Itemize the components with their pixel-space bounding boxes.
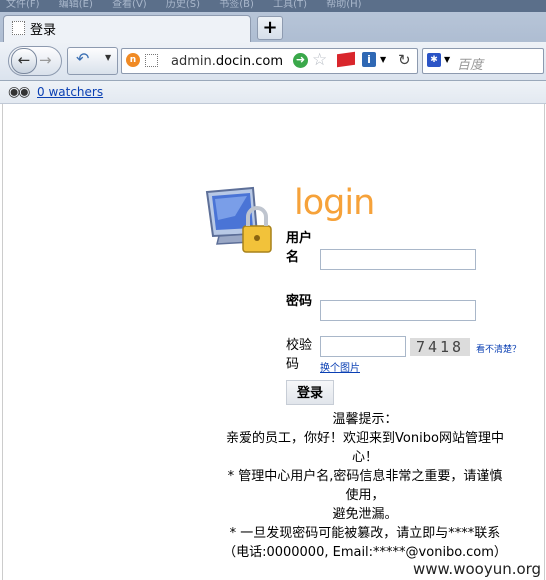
tab-title[interactable]: 登录 [30, 19, 56, 38]
monitor-lock-icon [205, 186, 272, 253]
menu-item[interactable]: 工具(T) [273, 0, 307, 10]
notice-line: 心！ [351, 450, 378, 465]
captcha-refresh-link[interactable]: 看不清楚？ [476, 342, 521, 355]
bookmark-star-icon[interactable]: ☆ [312, 50, 327, 70]
eyes-icon: ◉◉ [8, 84, 30, 100]
captcha-field[interactable] [320, 336, 406, 357]
menu-item[interactable]: 文件(F) [6, 0, 40, 10]
go-arrow-icon[interactable]: ➜ [293, 53, 308, 68]
site-favicon-icon: n [126, 53, 140, 67]
watermark: www.wooyun.org [413, 560, 542, 578]
forward-arrow-icon[interactable]: → [39, 51, 52, 69]
undo-arrow-icon[interactable]: ↶ [76, 49, 89, 68]
notice-line: 使用， [345, 488, 385, 503]
menu-item[interactable]: 历史(S) [166, 0, 200, 10]
notice-line: 亲爱的员工，你好！欢迎来到Vonibo网站管理中 [226, 431, 504, 446]
menu-item[interactable]: 书签(B) [219, 0, 254, 10]
username-field[interactable] [320, 249, 476, 270]
search-engine-icon[interactable]: ✱ [427, 53, 441, 67]
username-label: 用户名 [286, 231, 313, 265]
dropdown-icon[interactable]: ▼ [380, 55, 386, 64]
url-prefix: admin. [171, 54, 216, 69]
menu-item[interactable]: 编辑(E) [59, 0, 93, 10]
password-field[interactable] [320, 300, 476, 321]
login-logo: login [294, 183, 375, 223]
page-icon [12, 21, 25, 35]
captcha-label: 校验码 [286, 338, 313, 372]
menu-bar[interactable]: 文件(F) 编辑(E) 查看(V) 历史(S) 书签(B) 工具(T) 帮助(H… [0, 0, 546, 12]
back-arrow-icon[interactable]: ← [11, 48, 37, 74]
dropdown-icon[interactable]: ▼ [444, 55, 450, 64]
login-button[interactable]: 登录 [286, 380, 334, 405]
notice-text: 温馨提示： 亲爱的员工，你好！欢迎来到Vonibo网站管理中 心！ * 管理中心… [215, 410, 515, 562]
watchers-link[interactable]: 0 watchers [37, 85, 103, 99]
reload-icon[interactable]: ↻ [398, 51, 411, 69]
search-input[interactable]: 百度 [457, 54, 483, 73]
captcha-change-link[interactable]: 换个图片 [320, 359, 360, 374]
dropdown-icon[interactable]: ▼ [105, 53, 111, 62]
url-text[interactable]: admin.docin.com [171, 54, 283, 69]
notice-line: * 管理中心用户名,密码信息非常之重要，请谨慎 [227, 469, 503, 484]
menu-item[interactable]: 查看(V) [112, 0, 147, 10]
identity-icon[interactable] [145, 54, 158, 67]
password-label: 密码 [286, 294, 313, 309]
notice-line: 温馨提示： [332, 412, 398, 427]
notice-line: 避免泄漏。 [332, 507, 398, 522]
notice-line: * 一旦发现密码可能被篡改，请立即与****联系 [229, 526, 501, 541]
new-tab-button[interactable]: + [257, 16, 283, 40]
menu-item[interactable]: 帮助(H) [326, 0, 361, 10]
captcha-image[interactable]: 7418 [410, 338, 470, 356]
url-domain: docin.com [215, 54, 283, 69]
flag-icon[interactable] [337, 51, 355, 68]
info-icon[interactable]: i [362, 52, 376, 67]
